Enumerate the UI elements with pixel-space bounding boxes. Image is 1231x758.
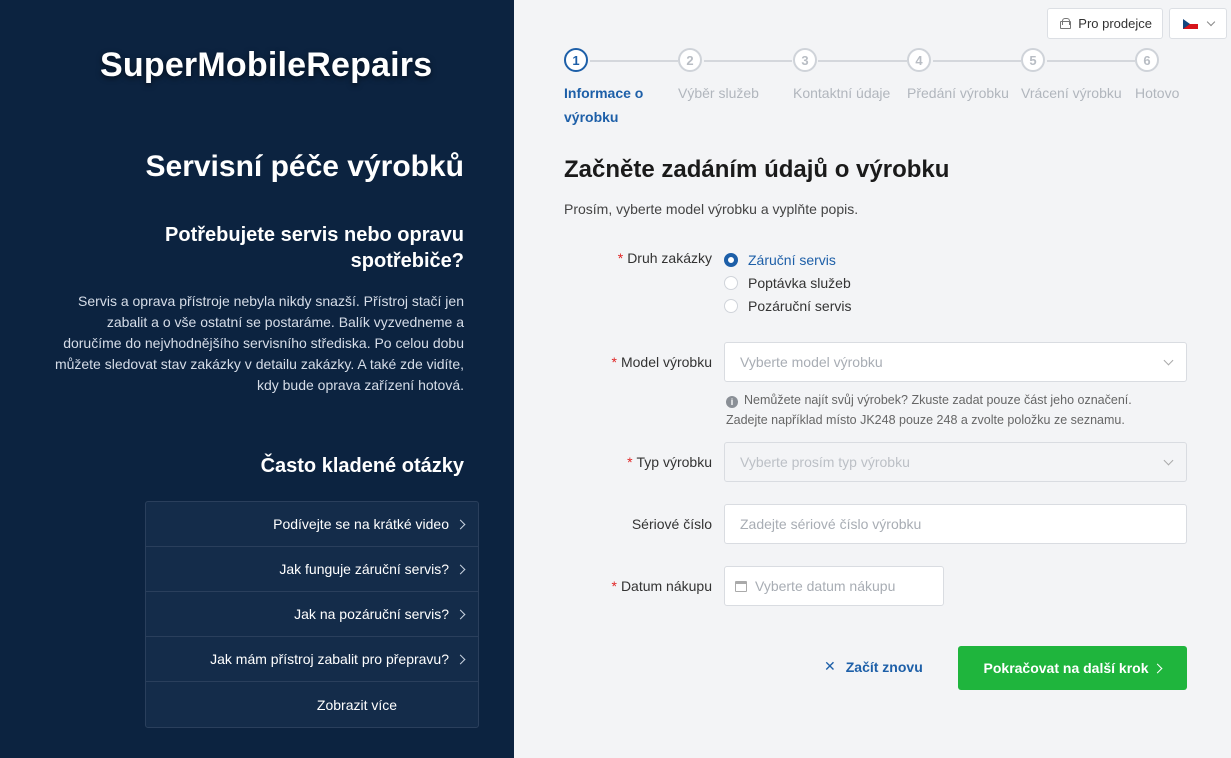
step-services: 2 Výběr služeb: [678, 48, 759, 101]
date-placeholder: Vyberte datum nákupu: [755, 578, 896, 594]
chevron-down-icon: [1163, 455, 1174, 466]
faq-title: Často kladené otázky: [260, 455, 464, 477]
step-label: Informace o výrobku: [564, 85, 644, 125]
radio-post-warranty-service[interactable]: Pozáruční servis: [724, 294, 851, 317]
chevron-right-icon: [455, 609, 466, 619]
type-select[interactable]: Vyberte prosím typ výrobku: [724, 442, 1187, 482]
start-over-button[interactable]: ✕ Začít znovu: [824, 658, 923, 675]
step-number: 6: [1135, 48, 1159, 72]
chevron-right-icon: [455, 519, 466, 529]
faq-item-label: Zobrazit více: [316, 696, 398, 713]
serial-input[interactable]: Zadejte sériové číslo výrobku: [724, 504, 1187, 544]
serial-placeholder: Zadejte sériové číslo výrobku: [740, 516, 922, 532]
chevron-right-icon: [455, 564, 466, 574]
step-done: 6 Hotovo: [1135, 48, 1179, 101]
step-connector: [704, 60, 792, 62]
page-subtitle: Prosím, vyberte model výrobku a vyplňte …: [564, 201, 859, 217]
chevron-down-icon: [1163, 355, 1174, 366]
faq-show-more[interactable]: Zobrazit více: [146, 682, 478, 727]
serial-label: Sériové číslo: [631, 516, 712, 532]
step-label: Výběr služeb: [678, 85, 759, 101]
faq-list: Podívejte se na krátké video Jak funguje…: [145, 501, 479, 728]
faq-item-video[interactable]: Podívejte se na krátké video: [146, 502, 478, 547]
chevron-right-icon: [1153, 663, 1163, 673]
step-product-info: 1 Informace o výrobku: [564, 48, 643, 125]
radio-service-request[interactable]: Poptávka služeb: [724, 271, 851, 294]
faq-item-label: Jak mám přístroj zabalit pro přepravu?: [210, 651, 449, 667]
model-placeholder: Vyberte model výrobku: [740, 354, 883, 370]
step-number: 4: [907, 48, 931, 72]
radio-dot: [724, 275, 738, 290]
language-select[interactable]: [1169, 8, 1227, 39]
model-hint: i Nemůžete najít svůj výrobek? Zkuste zad…: [726, 390, 1166, 430]
step-label: Vrácení výrobku: [1021, 85, 1122, 101]
continue-button[interactable]: Pokračovat na další krok: [958, 646, 1187, 690]
radio-label: Pozáruční servis: [748, 297, 852, 314]
info-icon: i: [726, 396, 738, 408]
date-label: * Datum nákupu: [611, 578, 712, 594]
faq-item-warranty[interactable]: Jak funguje záruční servis?: [146, 547, 478, 592]
radio-warranty-service[interactable]: Záruční servis: [724, 248, 851, 271]
step-connector: [933, 60, 1021, 62]
model-hint-line-1: Nemůžete najít svůj výrobek? Zkuste zada…: [744, 393, 1132, 407]
radio-label: Poptávka služeb: [748, 274, 851, 291]
top-buttons: Pro prodejce: [1047, 8, 1227, 39]
calendar-icon: [735, 580, 747, 592]
step-label: Hotovo: [1135, 85, 1180, 101]
step-connector: [590, 60, 678, 62]
chevron-down-icon: [1206, 17, 1215, 26]
faq-item-label: Jak funguje záruční servis?: [279, 561, 449, 577]
for-sellers-label: Pro prodejce: [1078, 16, 1152, 31]
order-type-radio-group: Záruční servis Poptávka služeb Pozáruční…: [724, 248, 851, 317]
progress-steps: 1 Informace o výrobku 2 Výběr služeb 3 K…: [564, 48, 1184, 128]
faq-item-packaging[interactable]: Jak mám přístroj zabalit pro přepravu?: [146, 637, 478, 682]
order-type-label: * Druh zakázky: [617, 250, 712, 266]
step-handover: 4 Předání výrobku: [907, 48, 1009, 101]
form-panel: Pro prodejce 1 Informace o výrobku 2 Výb…: [514, 0, 1231, 758]
type-placeholder: Vyberte prosím typ výrobku: [740, 454, 910, 470]
radio-dot: [724, 252, 738, 267]
faq-item-post-warranty[interactable]: Jak na pozáruční servis?: [146, 592, 478, 637]
step-number: 3: [793, 48, 817, 72]
model-label: * Model výrobku: [611, 354, 713, 370]
lock-icon: [1060, 17, 1072, 29]
step-number: 5: [1021, 48, 1045, 72]
step-connector: [1047, 60, 1135, 62]
chevron-right-icon: [455, 654, 466, 664]
step-return: 5 Vrácení výrobku: [1021, 48, 1122, 101]
faq-item-label: Podívejte se na krátké video: [273, 516, 449, 532]
purchase-date-input[interactable]: Vyberte datum nákupu: [724, 566, 944, 606]
step-number: 1: [564, 48, 588, 72]
close-icon: ✕: [824, 658, 836, 674]
sidebar-description: Servis a oprava přístroje nebyla nikdy s…: [54, 293, 464, 393]
radio-label: Záruční servis: [748, 251, 836, 268]
step-contact: 3 Kontaktní údaje: [793, 48, 890, 101]
step-label: Předání výrobku: [907, 85, 1009, 101]
step-number: 2: [678, 48, 702, 72]
page-title: Začněte zadáním údajů o výrobku: [564, 156, 950, 183]
info-sidebar: SuperMobileRepairs Servisní péče výrobků…: [0, 0, 514, 758]
faq-item-label: Jak na pozáruční servis?: [294, 606, 449, 622]
step-label: Kontaktní údaje: [793, 85, 891, 101]
hero-title: Servisní péče výrobků: [145, 150, 465, 183]
brand-logo: SuperMobileRepairs: [100, 46, 433, 84]
step-connector: [818, 60, 907, 62]
czech-flag-icon: [1182, 18, 1198, 29]
model-select[interactable]: Vyberte model výrobku: [724, 342, 1187, 382]
continue-label: Pokračovat na další krok: [983, 660, 1149, 676]
sidebar-subtitle: Potřebujete servis nebo opravu spotřebič…: [165, 224, 464, 272]
type-label: * Typ výrobku: [627, 454, 712, 470]
for-sellers-button[interactable]: Pro prodejce: [1047, 8, 1163, 39]
model-hint-line-2: Zadejte například místo JK248 pouze 248 …: [726, 413, 1125, 427]
start-over-label: Začít znovu: [845, 658, 923, 675]
radio-dot: [724, 298, 738, 313]
